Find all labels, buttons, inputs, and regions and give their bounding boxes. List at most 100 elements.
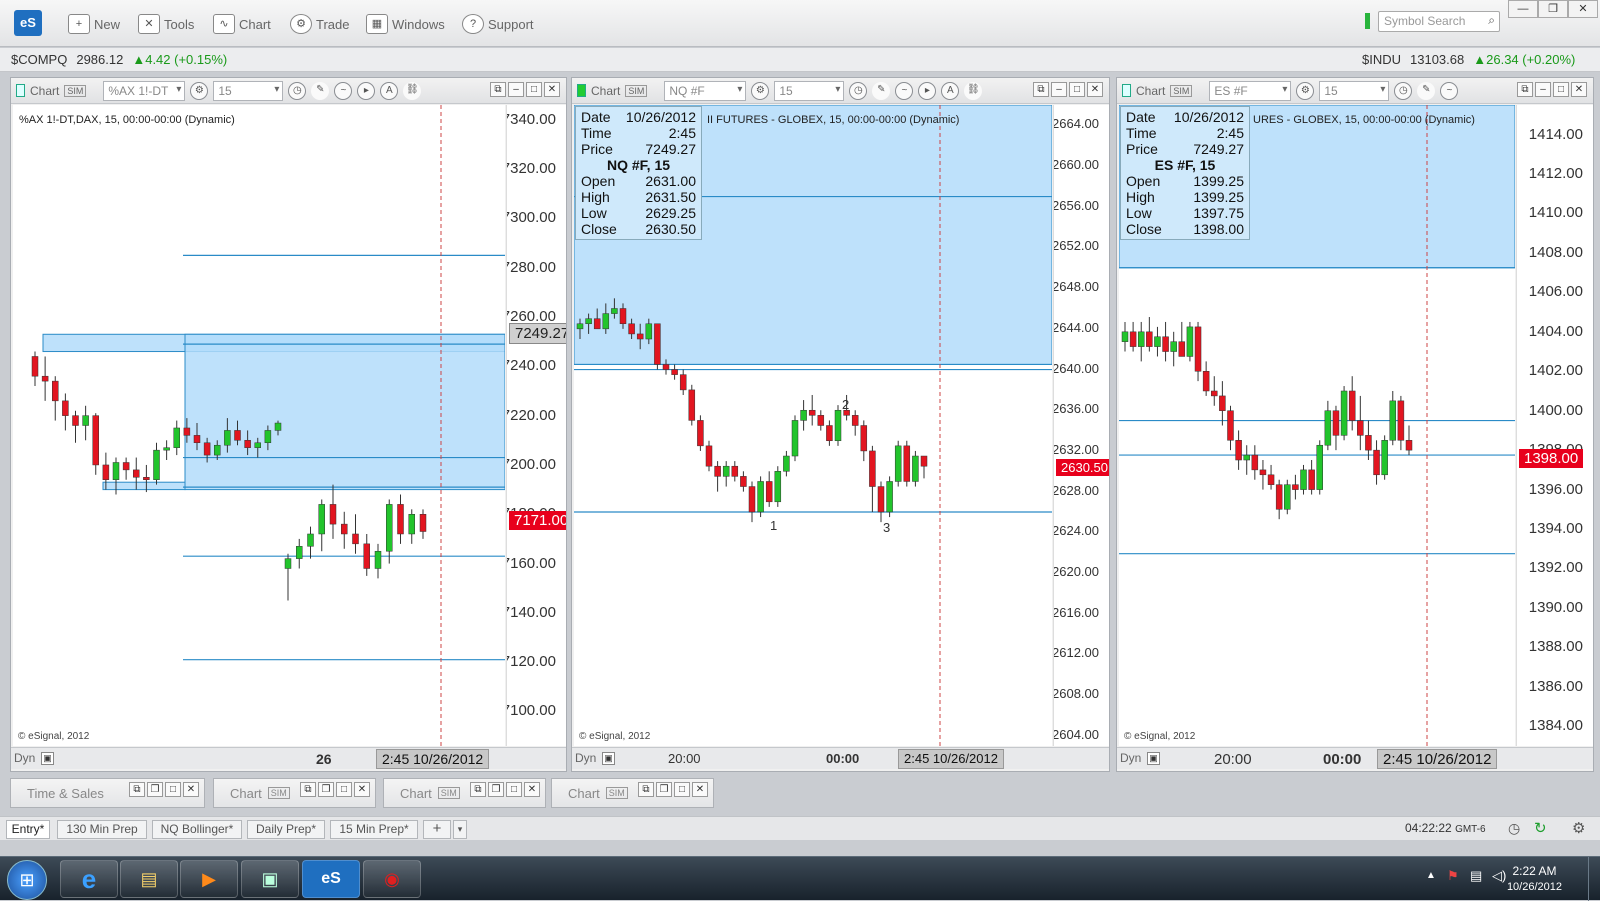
window-close-button[interactable]: ✕ (1568, 0, 1598, 18)
toolbar-windows-button[interactable]: ▦ Windows (366, 12, 445, 36)
show-desktop-button[interactable] (1588, 857, 1600, 901)
symbol-select[interactable]: ES #F (1209, 80, 1292, 101)
panel-maximize-button[interactable]: □ (674, 782, 690, 797)
network-icon[interactable]: ▤ (1470, 868, 1482, 884)
network-flag-icon[interactable]: ⚑ (1447, 868, 1459, 884)
minimized-time-and-sales[interactable]: Time & Sales ⧉ ❐ □ ✕ (10, 778, 205, 808)
study-icon[interactable]: ~ (895, 81, 914, 100)
panel-close-button[interactable]: ✕ (1571, 82, 1587, 97)
panel-close-button[interactable]: ✕ (183, 782, 199, 797)
price-axis[interactable]: 1414.00 1412.00 1410.00 1408.00 1406.00 1404.… (1516, 105, 1593, 746)
panel-link-icon[interactable]: ⧉ (638, 782, 654, 797)
panel-minimize-button[interactable]: – (508, 82, 524, 97)
add-tab-button[interactable]: + (423, 820, 451, 839)
toolbar-trade-button[interactable]: ⚙ Trade (290, 12, 349, 36)
internet-explorer-icon[interactable]: e (60, 860, 118, 898)
panel-link-icon[interactable]: ⧉ (1517, 82, 1533, 97)
price-axis[interactable]: 2664.00 2660.00 2656.00 2652.00 2648.00 2644.… (1053, 105, 1109, 746)
lock-icon[interactable]: ▣ (1147, 752, 1160, 765)
lock-icon[interactable]: ▣ (41, 752, 54, 765)
panel-link-icon[interactable]: ⧉ (129, 782, 145, 797)
panel-close-button[interactable]: ✕ (354, 782, 370, 797)
toolbar-chart-button[interactable]: ∿ Chart (213, 12, 271, 36)
clock-icon[interactable]: ◷ (1508, 820, 1520, 837)
panel-maximize-button[interactable]: □ (1069, 82, 1085, 97)
window-restore-button[interactable]: ❐ (1538, 0, 1568, 18)
panel-maximize-button[interactable]: □ (165, 782, 181, 797)
annotation-icon[interactable]: A (941, 81, 960, 100)
chart-plot-area[interactable]: URES - GLOBEX, 15, 00:00-00:00 (Dynamic)… (1119, 105, 1515, 746)
tab-130-min-prep[interactable]: 130 Min Prep (57, 820, 147, 839)
symbol-link-icon[interactable]: ⚙ (1296, 81, 1315, 100)
tab-15-min-prep[interactable]: 15 Min Prep* (330, 820, 418, 839)
panel-link-icon[interactable]: ⧉ (1033, 82, 1049, 97)
panel-restore-button[interactable]: ❐ (147, 782, 163, 797)
tab-nq-bollinger[interactable]: NQ Bollinger* (152, 820, 242, 839)
draw-line-icon[interactable]: ✎ (311, 81, 330, 100)
start-button-icon[interactable]: ⊞ (7, 860, 47, 900)
interval-select[interactable]: 15 (1319, 80, 1390, 101)
panel-close-button[interactable]: ✕ (1087, 82, 1103, 97)
panel-link-icon[interactable]: ⧉ (470, 782, 486, 797)
toolbar-new-button[interactable]: + New (68, 12, 120, 36)
volume-icon[interactable]: ◁) (1492, 868, 1506, 884)
panel-restore-button[interactable]: ❐ (318, 782, 334, 797)
play-icon[interactable]: ▸ (918, 81, 937, 100)
symbol-select[interactable]: %AX 1!-DT (103, 80, 186, 101)
tab-menu-chevron-icon[interactable]: ▾ (453, 820, 467, 839)
minimized-chart[interactable]: Chart SIM ⧉ ❐ □ ✕ (213, 778, 376, 808)
panel-maximize-button[interactable]: □ (336, 782, 352, 797)
settings-gear-icon[interactable]: ⚙ (1572, 819, 1585, 837)
symbol-search-input[interactable]: Symbol Search ⌕ (1378, 11, 1500, 32)
panel-maximize-button[interactable]: □ (506, 782, 522, 797)
tab-daily-prep[interactable]: Daily Prep* (247, 820, 325, 839)
interval-clock-icon[interactable]: ◷ (288, 81, 307, 100)
panel-link-icon[interactable]: ⧉ (300, 782, 316, 797)
lock-icon[interactable]: ▣ (602, 752, 615, 765)
panel-minimize-button[interactable]: – (1535, 82, 1551, 97)
play-icon[interactable]: ▸ (357, 81, 376, 100)
remote-desktop-icon[interactable]: ▣ (241, 860, 299, 898)
panel-minimize-button[interactable]: – (1051, 82, 1067, 97)
chart-plot-area[interactable]: %AX 1!-DT,DAX, 15, 00:00-00:00 (Dynamic)… (13, 105, 505, 746)
panel-maximize-button[interactable]: □ (526, 82, 542, 97)
panel-close-button[interactable]: ✕ (524, 782, 540, 797)
interval-clock-icon[interactable]: ◷ (849, 81, 868, 100)
panel-close-button[interactable]: ✕ (692, 782, 708, 797)
panel-close-button[interactable]: ✕ (544, 82, 560, 97)
minimized-chart[interactable]: Chart SIM ⧉ ❐ □ ✕ (383, 778, 546, 808)
toolbar-support-button[interactable]: ? Support (462, 12, 534, 36)
refresh-icon[interactable]: ↻ (1534, 819, 1547, 837)
window-minimize-button[interactable]: — (1508, 0, 1538, 18)
symbol-select[interactable]: NQ #F (664, 80, 747, 101)
toolbar-tools-button[interactable]: ✕ Tools (138, 12, 194, 36)
minimized-chart[interactable]: Chart SIM ⧉ ❐ □ ✕ (551, 778, 714, 808)
annotation-icon[interactable]: A (380, 81, 399, 100)
panel-maximize-button[interactable]: □ (1553, 82, 1569, 97)
system-clock[interactable]: 2:22 AM 10/26/2012 (1507, 863, 1562, 895)
price-axis[interactable]: 7340.00 7320.00 7300.00 7280.00 7260.00 7240.… (506, 105, 566, 746)
app-taskbar-icon[interactable]: ◉ (363, 860, 421, 898)
tab-entry[interactable]: Entry* (6, 820, 50, 839)
panel-link-icon[interactable]: ⧉ (490, 82, 506, 97)
symbol-link-icon[interactable]: ⚙ (751, 81, 770, 100)
interval-select[interactable]: 15 (774, 80, 845, 101)
dynamic-mode-toggle[interactable]: Dyn (14, 751, 35, 765)
draw-line-icon[interactable]: ✎ (872, 81, 891, 100)
link-icon[interactable]: ⛓ (403, 81, 422, 100)
draw-line-icon[interactable]: ✎ (1417, 81, 1436, 100)
symbol-link-icon[interactable]: ⚙ (190, 81, 209, 100)
interval-clock-icon[interactable]: ◷ (1394, 81, 1413, 100)
file-explorer-icon[interactable]: ▤ (120, 860, 178, 898)
dynamic-mode-toggle[interactable]: Dyn (575, 751, 596, 765)
link-icon[interactable]: ⛓ (964, 81, 983, 100)
show-hidden-icons-icon[interactable]: ▲ (1426, 870, 1436, 881)
interval-select[interactable]: 15 (213, 80, 284, 101)
media-player-icon[interactable]: ▶ (180, 860, 238, 898)
dynamic-mode-toggle[interactable]: Dyn (1120, 751, 1141, 765)
study-icon[interactable]: ~ (1440, 81, 1459, 100)
panel-restore-button[interactable]: ❐ (488, 782, 504, 797)
quote-indu[interactable]: $INDU 13103.68 ▲26.34 (+0.20%) (1362, 52, 1575, 67)
panel-restore-button[interactable]: ❐ (656, 782, 672, 797)
chart-plot-area[interactable]: II FUTURES - GLOBEX, 15, 00:00-00:00 (Dy… (574, 105, 1052, 746)
